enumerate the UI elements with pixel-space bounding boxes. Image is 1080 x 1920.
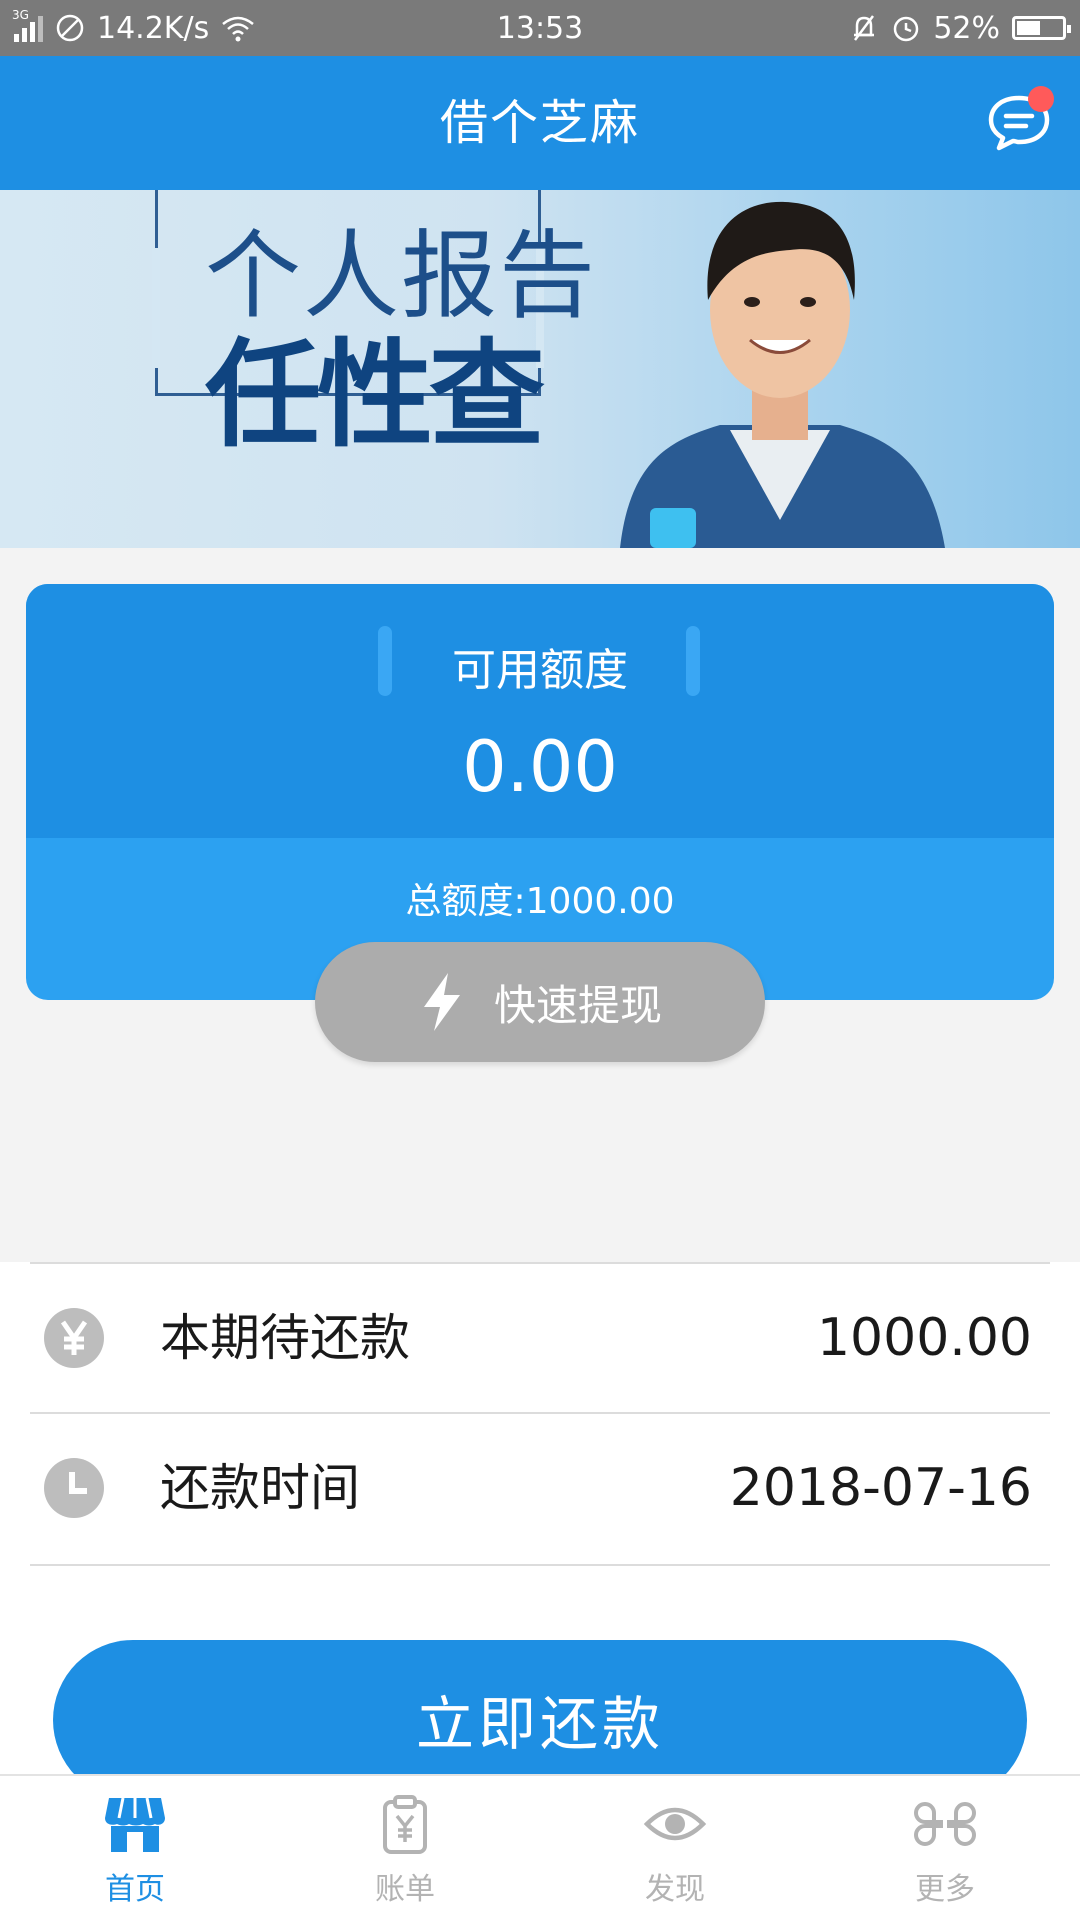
banner-subheadline: 任性查 xyxy=(205,328,545,463)
network-speed: 14.2K/s xyxy=(97,10,210,46)
app-header: 借个芝麻 xyxy=(0,56,1080,190)
list-item-label: 本期待还款 xyxy=(160,1309,410,1367)
list-divider xyxy=(30,1564,1050,1566)
more-icon xyxy=(914,1802,976,1846)
alarm-icon xyxy=(894,16,919,42)
banner-person-illustration xyxy=(620,201,945,548)
total-credit-label: 总额度:1000.00 xyxy=(405,881,675,922)
yen-icon xyxy=(44,1308,104,1368)
list-item-value: 2018-07-16 xyxy=(729,1458,1032,1518)
store-icon xyxy=(105,1797,165,1852)
tab-more[interactable]: 更多 xyxy=(810,1776,1080,1920)
eye-icon xyxy=(643,1807,707,1841)
tab-label: 首页 xyxy=(105,1872,165,1907)
banner-headline: 个人报告 xyxy=(205,220,597,332)
tab-bill[interactable]: 账单 xyxy=(270,1776,540,1920)
list-item-value: 1000.00 xyxy=(816,1308,1032,1368)
quick-withdraw-label: 快速提现 xyxy=(493,980,662,1030)
unread-badge xyxy=(1028,86,1054,112)
mute-bell-icon xyxy=(854,15,875,41)
network-type: 3G xyxy=(12,8,29,22)
no-sim-icon xyxy=(56,14,84,42)
available-credit-value: 0.00 xyxy=(462,726,618,808)
promo-banner[interactable]: 个人报告 任性查 xyxy=(0,190,1080,548)
tab-label: 更多 xyxy=(915,1872,975,1907)
clock-icon xyxy=(44,1458,104,1518)
bottom-tab-bar: 首页 账单 发现 更多 xyxy=(0,1774,1080,1920)
lightning-icon xyxy=(423,973,460,1031)
list-item: 还款时间 2018-07-16 xyxy=(30,1412,1050,1562)
message-button[interactable] xyxy=(986,86,1054,154)
list-item: 本期待还款 1000.00 xyxy=(30,1262,1050,1412)
quick-withdraw-button[interactable]: 快速提现 xyxy=(315,942,765,1062)
bill-icon xyxy=(383,1795,427,1854)
credit-card: 可用额度 0.00 总额度:1000.00 xyxy=(26,584,1054,1000)
tab-home[interactable]: 首页 xyxy=(0,1776,270,1920)
wifi-icon xyxy=(222,16,254,42)
battery-percent: 52% xyxy=(933,10,1000,46)
page-title: 借个芝麻 xyxy=(439,95,640,151)
status-bar: 3G 14.2K/s 13:53 52% xyxy=(0,0,1080,56)
available-credit-label: 可用额度 xyxy=(452,645,628,696)
list-item-label: 还款时间 xyxy=(160,1459,360,1517)
tab-label: 账单 xyxy=(375,1872,435,1907)
signal-icon: 3G xyxy=(12,8,43,42)
tab-label: 发现 xyxy=(645,1872,705,1907)
battery-icon xyxy=(1012,16,1071,40)
tab-discover[interactable]: 发现 xyxy=(540,1776,810,1920)
